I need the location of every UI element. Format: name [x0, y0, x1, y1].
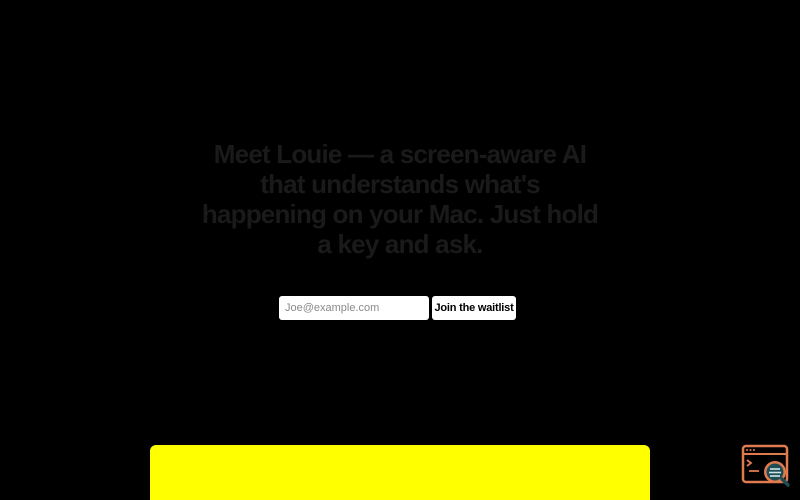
email-input[interactable]: [279, 296, 429, 320]
join-waitlist-button[interactable]: Join the waitlist: [432, 296, 516, 320]
waitlist-form: Join the waitlist: [279, 296, 516, 320]
support-widget-button[interactable]: [741, 444, 791, 488]
hero-heading: Meet Louie — a screen-aware AI that unde…: [201, 139, 599, 259]
landing-page: Meet Louie — a screen-aware AI that unde…: [0, 0, 800, 500]
preview-panel: [150, 445, 650, 500]
browser-search-icon: [741, 444, 790, 487]
